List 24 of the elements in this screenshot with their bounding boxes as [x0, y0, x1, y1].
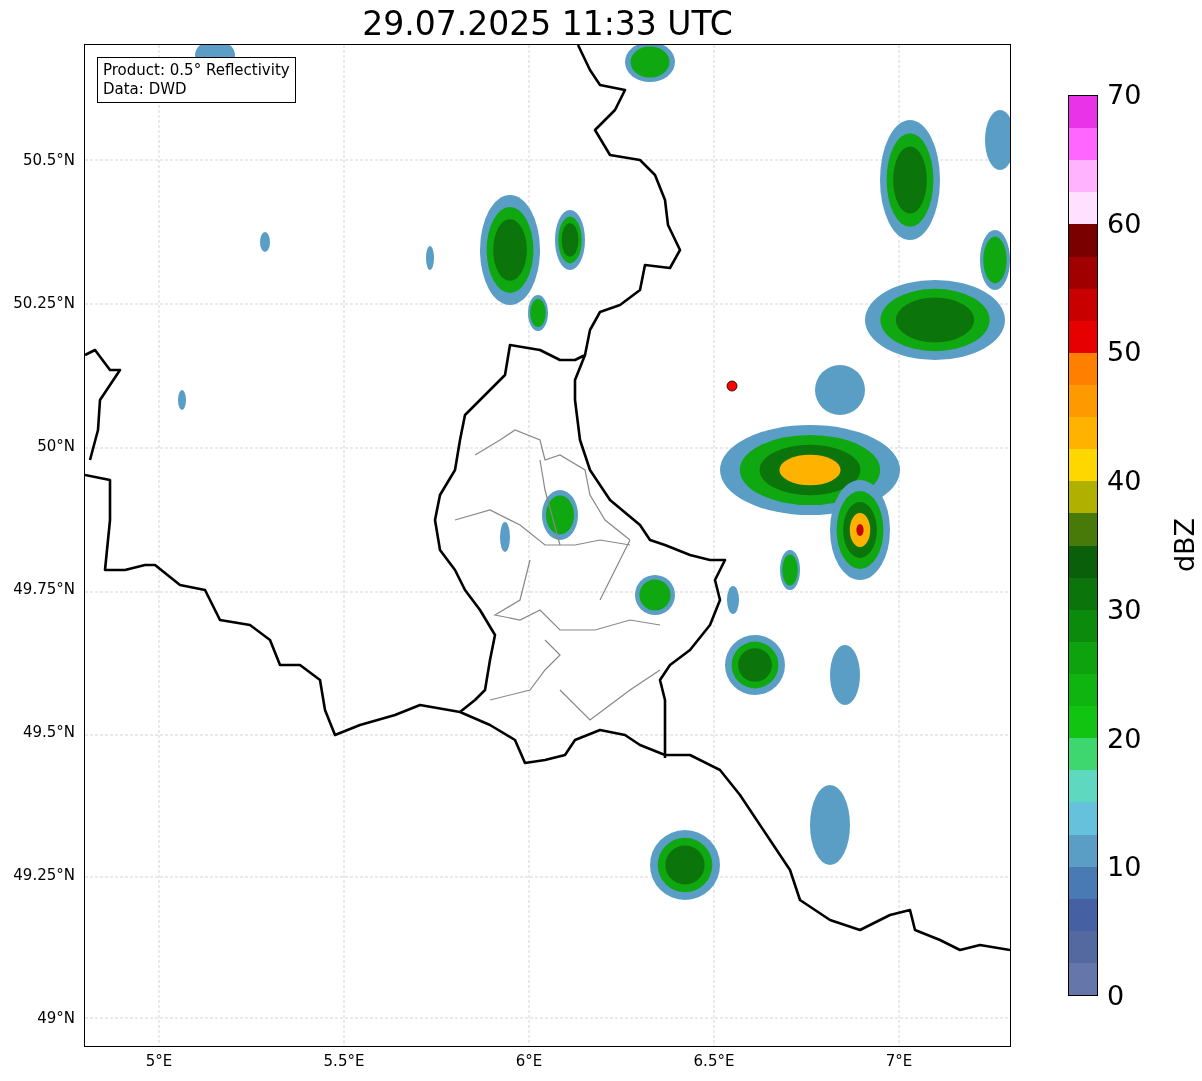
axis-tick-label: 49.5°N [22, 723, 75, 741]
colorbar-tick-label: 0 [1107, 981, 1125, 1011]
axis-tick-label: 5°E [144, 1052, 174, 1070]
legend-text: Data: DWD [103, 80, 188, 99]
colorbar-tick-label: 20 [1107, 723, 1142, 754]
colorbar-tick-label: 70 [1107, 80, 1142, 110]
axis-tick-label: 50.5°N [22, 151, 75, 169]
colorbar-tick-label: 30 [1107, 594, 1142, 625]
axis-tick-label: 49.75°N [13, 580, 75, 598]
axis-tick-label: 7°E [884, 1052, 914, 1070]
axis-tick-label: 50°N [37, 437, 75, 455]
axis-tick-label: 49°N [37, 1009, 75, 1027]
axis-tick-label: 5.5°E [322, 1052, 366, 1070]
axis-tick-label: 6°E [514, 1052, 544, 1070]
colorbar-tick-label: 60 [1107, 208, 1142, 239]
chart-title: 29.07.2025 11:33 UTC [361, 4, 734, 44]
axis-tick-label: 6.5°E [692, 1052, 736, 1070]
axis-tick-label: 49.25°N [13, 866, 75, 884]
axis-tick-label: 50.25°N [13, 294, 75, 312]
legend-text: Product: 0.5° Reflectivity [103, 61, 290, 80]
colorbar-tick-label: 50 [1107, 337, 1142, 368]
colorbar-tick-label: 40 [1107, 466, 1142, 497]
colorbar-label: dBZ [1170, 517, 1201, 573]
colorbar-tick-label: 10 [1107, 852, 1142, 883]
